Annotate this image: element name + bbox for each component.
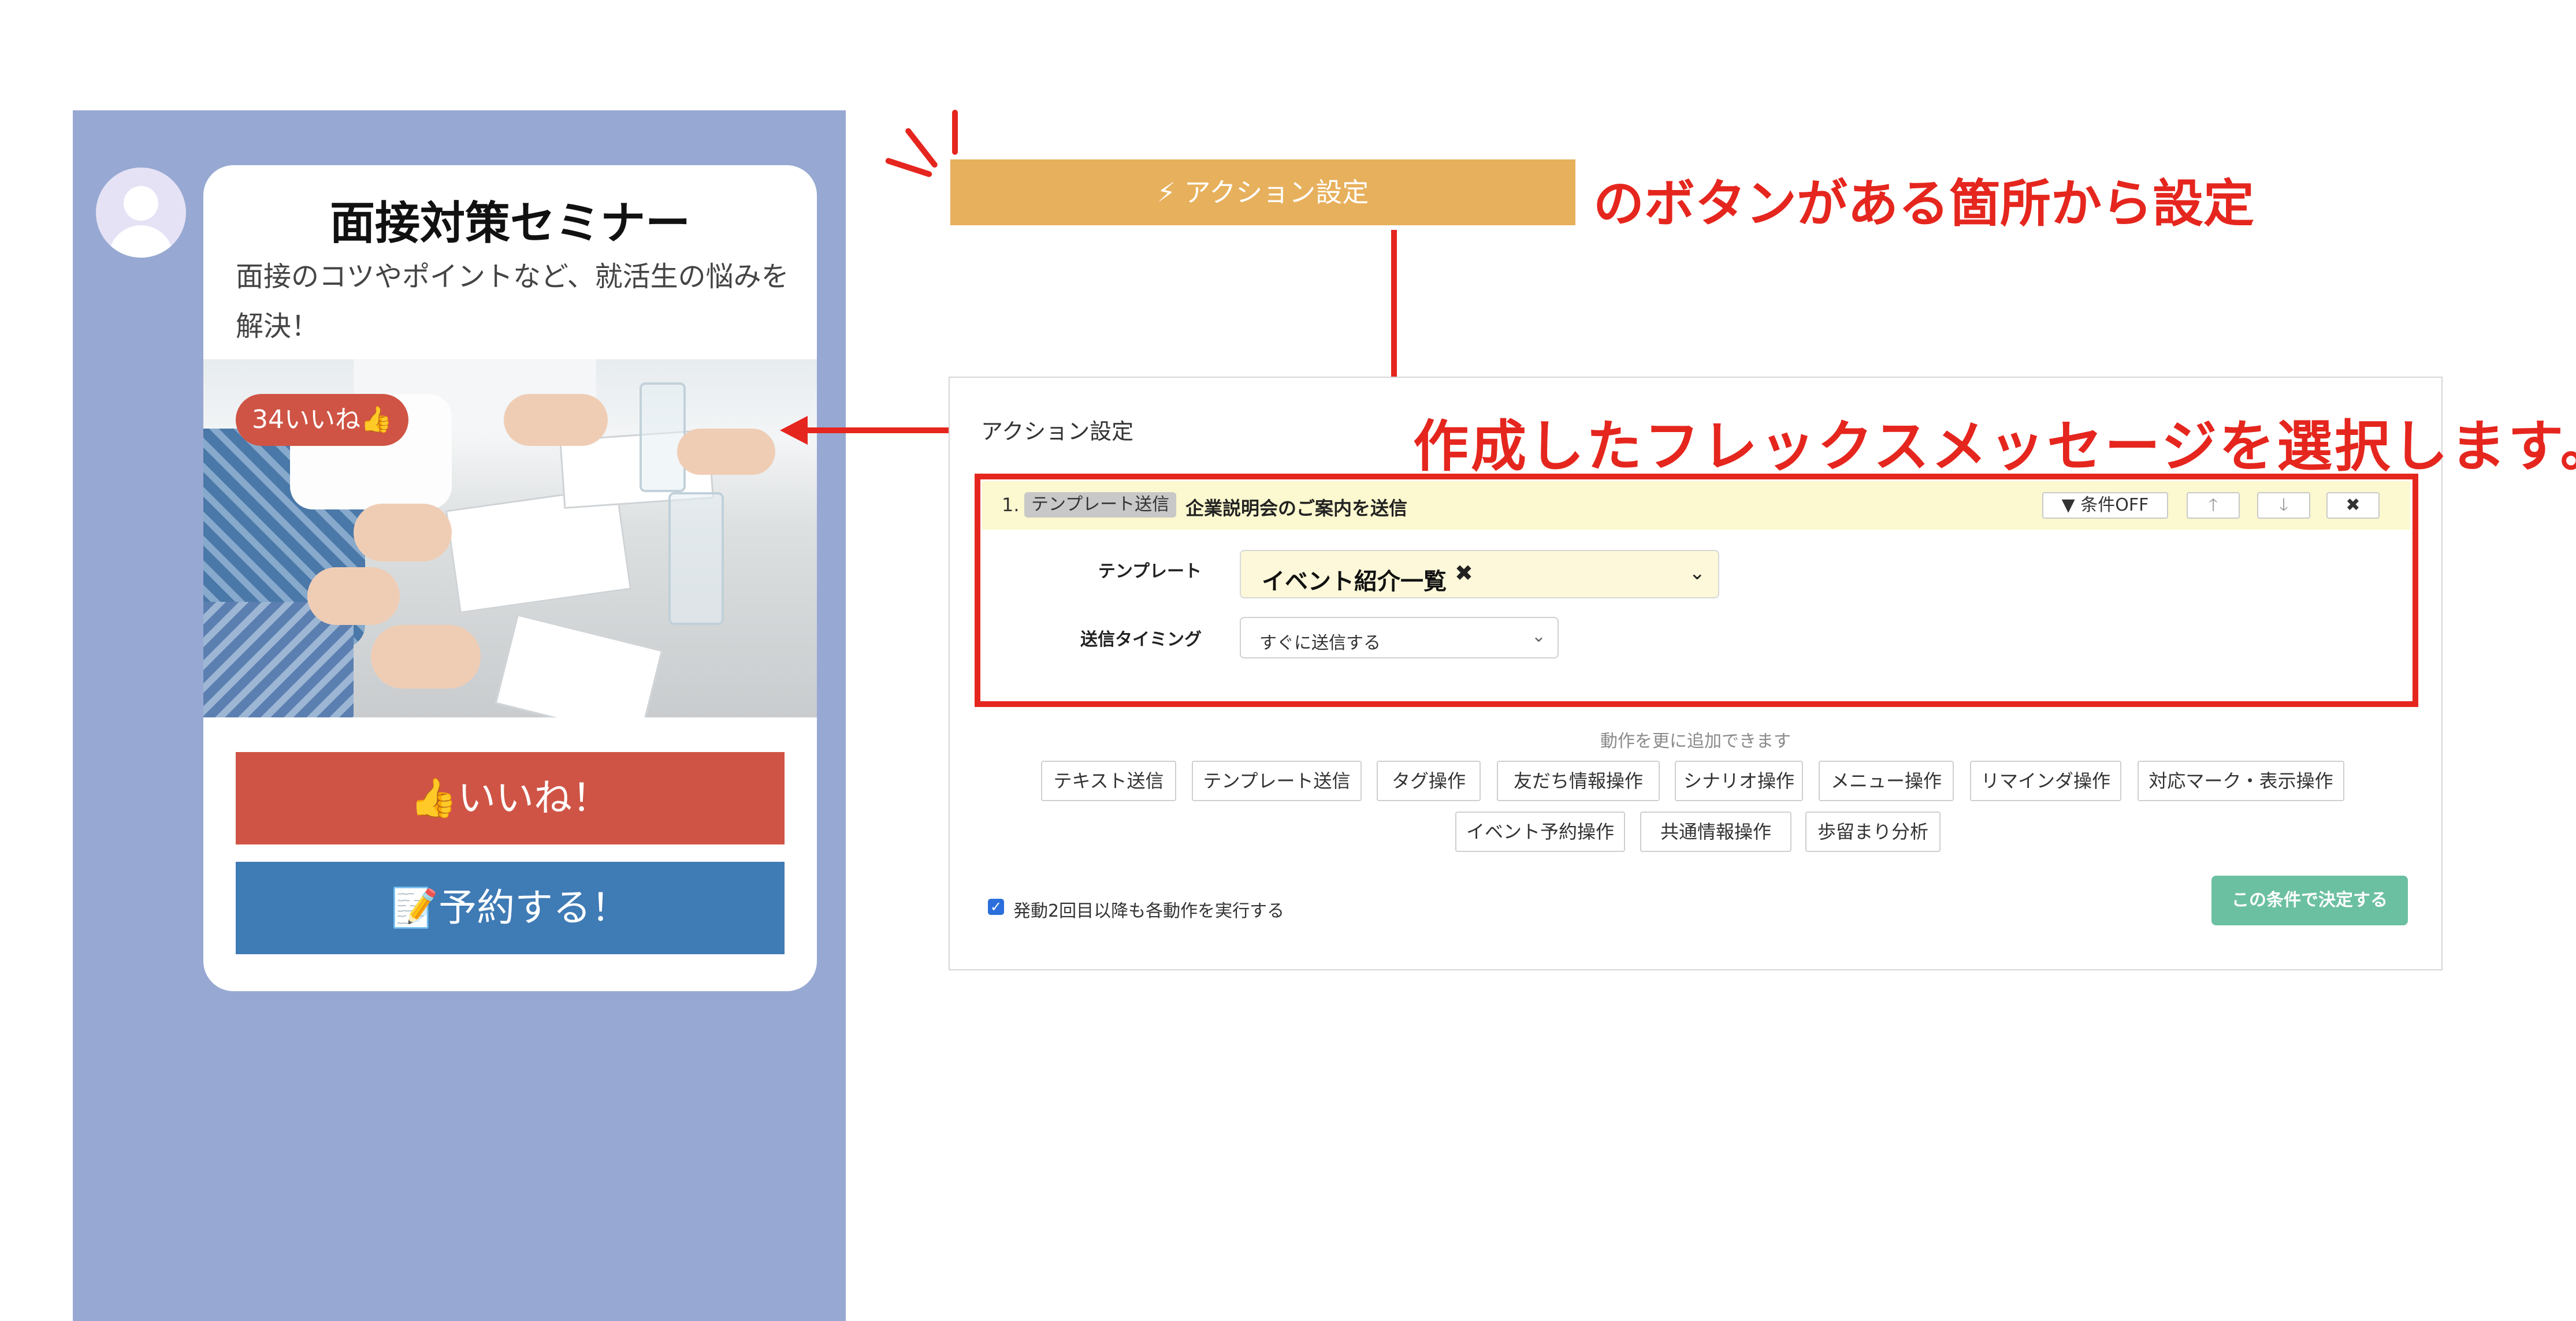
avatar-body-shape bbox=[109, 225, 173, 258]
annotation-arrow-left bbox=[780, 416, 965, 445]
panel-title: アクション設定 bbox=[981, 419, 1134, 444]
emphasis-burst-line bbox=[952, 110, 958, 155]
image-glass bbox=[640, 382, 686, 492]
op-scenario-button[interactable]: シナリオ操作 bbox=[1675, 761, 1803, 801]
op-mark-display-button[interactable]: 対応マーク・表示操作 bbox=[2138, 761, 2344, 801]
card-title: 面接対策セミナー bbox=[329, 198, 690, 250]
image-hand bbox=[354, 504, 452, 561]
op-template-send-button[interactable]: テンプレート送信 bbox=[1192, 761, 1362, 801]
card-hero-image: 34いいね👍 bbox=[203, 359, 817, 717]
op-shared-info-button[interactable]: 共通情報操作 bbox=[1640, 812, 1791, 852]
add-action-hint: 動作を更に追加できます bbox=[1600, 731, 1791, 751]
op-event-reservation-button[interactable]: イベント予約操作 bbox=[1455, 812, 1625, 852]
image-hand bbox=[677, 429, 775, 475]
op-friend-info-button[interactable]: 友だち情報操作 bbox=[1497, 761, 1660, 801]
image-paper bbox=[495, 613, 663, 717]
action-settings-button-label: アクション設定 bbox=[1184, 177, 1369, 208]
repeat-checkbox[interactable]: ✓ bbox=[988, 899, 1004, 915]
op-reminder-button[interactable]: リマインダ操作 bbox=[1970, 761, 2121, 801]
emphasis-burst-line bbox=[904, 126, 939, 169]
avatar bbox=[96, 168, 186, 258]
bolt-icon: ⚡ bbox=[1157, 177, 1176, 208]
decide-condition-button[interactable]: この条件で決定する bbox=[2211, 876, 2408, 925]
image-glass bbox=[668, 492, 724, 625]
op-yield-analysis-button[interactable]: 歩留まり分析 bbox=[1805, 812, 1941, 852]
avatar-head-shape bbox=[124, 186, 158, 221]
image-hand bbox=[371, 625, 481, 689]
like-count-badge: 34いいね👍 bbox=[236, 394, 408, 446]
annotation-highlight-frame bbox=[975, 474, 2418, 707]
check-icon: ✓ bbox=[990, 899, 1002, 915]
annotation-note-2: 作成したフレックスメッセージを選択します。 bbox=[1413, 414, 2576, 479]
op-text-send-button[interactable]: テキスト送信 bbox=[1041, 761, 1176, 801]
flex-message-card: 面接対策セミナー 面接のコツやポイントなど、就活生の悩みを解決！ 34いいね👍 … bbox=[203, 165, 817, 991]
action-settings-button[interactable]: ⚡ アクション設定 bbox=[950, 159, 1575, 225]
reserve-button[interactable]: 📝予約する！ bbox=[236, 862, 785, 954]
op-menu-button[interactable]: メニュー操作 bbox=[1819, 761, 1954, 801]
image-hand bbox=[504, 394, 608, 446]
image-hand bbox=[307, 567, 400, 625]
card-description: 面接のコツやポイントなど、就活生の悩みを解決！ bbox=[236, 261, 789, 343]
like-button[interactable]: 👍いいね！ bbox=[236, 752, 785, 844]
repeat-checkbox-label: 発動2回目以降も各動作を実行する bbox=[1013, 901, 1285, 921]
op-tag-button[interactable]: タグ操作 bbox=[1377, 761, 1481, 801]
annotation-note-1: のボタンがある箇所から設定 bbox=[1593, 174, 2255, 233]
emphasis-burst-line bbox=[884, 157, 933, 178]
